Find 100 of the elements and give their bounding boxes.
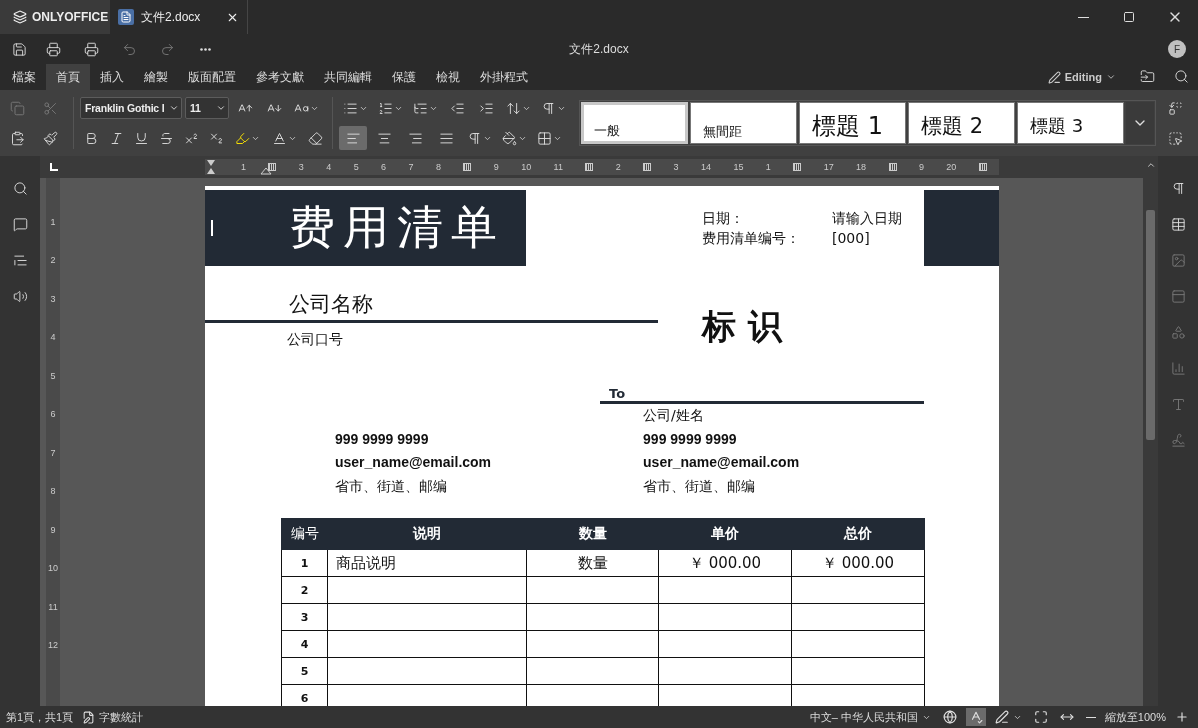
column-header: 数量 — [526, 518, 659, 550]
app-logo-tab[interactable]: ONLYOFFICE — [0, 0, 110, 34]
ruler-number: 8 — [50, 487, 56, 497]
brand-name: ONLYOFFICE — [32, 10, 109, 24]
copy-icon — [9, 100, 25, 116]
ruler-number: 6 — [381, 162, 387, 172]
menu-tab[interactable]: 首頁 — [46, 64, 90, 90]
sender-email: user_name@email.com — [335, 453, 492, 472]
table-cell: ￥ 000.00 — [658, 549, 792, 577]
align-justify-icon — [438, 130, 454, 146]
table-cell: 1 — [281, 549, 328, 577]
zoom-level: 縮放至100% — [1104, 709, 1166, 725]
column-marker-icon[interactable] — [585, 163, 594, 171]
to-label: To — [609, 386, 627, 401]
speaker-icon — [12, 288, 28, 304]
pilcrow-icon — [1170, 180, 1186, 196]
column-marker-icon[interactable] — [888, 163, 897, 171]
ruler-number: 18 — [856, 162, 867, 172]
pilcrow-icon — [540, 100, 556, 116]
indent-markers-drawing[interactable] — [205, 159, 275, 175]
menu-tab[interactable]: 外掛程式 — [470, 64, 538, 90]
table-cell: 数量 — [526, 549, 659, 577]
style-preset[interactable]: 無間距 — [690, 102, 797, 144]
paint-bucket-icon — [501, 130, 517, 146]
ruler-number: 20 — [946, 162, 957, 172]
editing-mode-button[interactable]: Editing — [1041, 64, 1122, 90]
align-right-icon — [407, 130, 423, 146]
menu-tab[interactable]: 共同編輯 — [314, 64, 382, 90]
redo-icon — [159, 41, 175, 57]
column-header: 总价 — [791, 518, 925, 550]
recipient-name: 公司/姓名 — [643, 406, 705, 425]
user-avatar[interactable]: F — [1168, 40, 1186, 58]
more-styles-button[interactable] — [1126, 102, 1154, 144]
ruler-number: 8 — [435, 162, 441, 172]
style-preset[interactable]: 標題 2 — [908, 102, 1015, 144]
recipient-phone: 999 9999 9999 — [643, 429, 738, 449]
search-icon — [1173, 68, 1189, 84]
field-label: 费用清单编号： — [702, 229, 801, 248]
menu-tab[interactable]: 保護 — [382, 64, 426, 90]
menu-tab[interactable]: 繪製 — [134, 64, 178, 90]
column-marker-icon[interactable] — [793, 163, 802, 171]
ruler-number: 9 — [50, 525, 56, 535]
recipient-address: 省市、街道、邮编 — [643, 476, 757, 496]
menu-tab[interactable]: 參考文獻 — [246, 64, 314, 90]
minus-icon — [1085, 716, 1096, 718]
layers-icon — [13, 10, 27, 24]
caret-icon — [169, 103, 179, 113]
menu-tab[interactable]: 插入 — [90, 64, 134, 90]
ruler-number: 5 — [353, 162, 359, 172]
field-label: 日期： — [702, 209, 745, 228]
ruler-number: 9 — [918, 162, 924, 172]
image-icon — [1170, 252, 1186, 268]
ruler-number: 10 — [48, 564, 58, 574]
table-cell: 4 — [281, 630, 328, 658]
highlighter-icon — [234, 130, 250, 146]
column-marker-icon[interactable] — [463, 163, 472, 171]
style-preset[interactable]: 標題 1 — [799, 102, 906, 144]
vertical-scrollbar[interactable] — [1143, 156, 1158, 706]
column-marker-icon[interactable] — [643, 163, 652, 171]
ruler-number: 1 — [241, 162, 246, 172]
language-selector[interactable]: 中文– 中华人民共和国 — [806, 707, 934, 727]
ruler-number: 12 — [48, 641, 58, 650]
column-marker-icon[interactable] — [268, 163, 277, 171]
table-icon — [1170, 216, 1186, 232]
printer-icon — [45, 41, 61, 57]
paintbrush-icon — [42, 130, 58, 146]
square-icon — [1123, 11, 1135, 23]
company-name: 公司名称 — [289, 291, 374, 318]
ruler-number: 15 — [733, 162, 744, 172]
undo-icon — [121, 41, 137, 57]
menu-tab[interactable]: 檔案 — [2, 64, 46, 90]
style-preset[interactable]: 標題 3 — [1017, 102, 1124, 144]
font-size-field[interactable]: 11 — [185, 97, 229, 119]
text-cursor — [211, 220, 213, 236]
pencil-icon — [1047, 70, 1061, 84]
style-preset[interactable]: 一般 — [581, 102, 688, 144]
word-count-button[interactable]: 字數統計 — [79, 707, 147, 727]
spellcheck-button[interactable] — [965, 708, 986, 726]
table-cell: 3 — [281, 603, 328, 631]
scroll-up-icon — [1145, 160, 1156, 170]
ruler-number: 5 — [50, 371, 56, 381]
column-marker-icon[interactable] — [978, 163, 987, 171]
bullet-list-icon — [342, 100, 358, 116]
document-tab[interactable]: 文件2.docx — [110, 0, 248, 34]
outdent-icon — [449, 100, 465, 116]
logo-text: 标 识 — [702, 305, 782, 348]
sender-address: 省市、街道、邮编 — [335, 476, 448, 496]
ruler-number: 11 — [48, 602, 58, 612]
menu-tab[interactable]: 版面配置 — [178, 64, 246, 90]
caret-icon — [1106, 72, 1116, 82]
underline-icon — [133, 130, 149, 146]
search-icon — [12, 180, 28, 196]
menu-tab[interactable]: 檢視 — [426, 64, 470, 90]
table-cell: 5 — [281, 657, 328, 685]
field-value: [000] — [832, 229, 871, 248]
table-cell: 2 — [281, 576, 328, 604]
ruler-number: 1 — [765, 162, 771, 172]
ruler-number: 11 — [553, 162, 563, 172]
font-name-field[interactable]: Franklin Gothic I — [80, 97, 182, 119]
minus-icon — [1077, 16, 1089, 18]
